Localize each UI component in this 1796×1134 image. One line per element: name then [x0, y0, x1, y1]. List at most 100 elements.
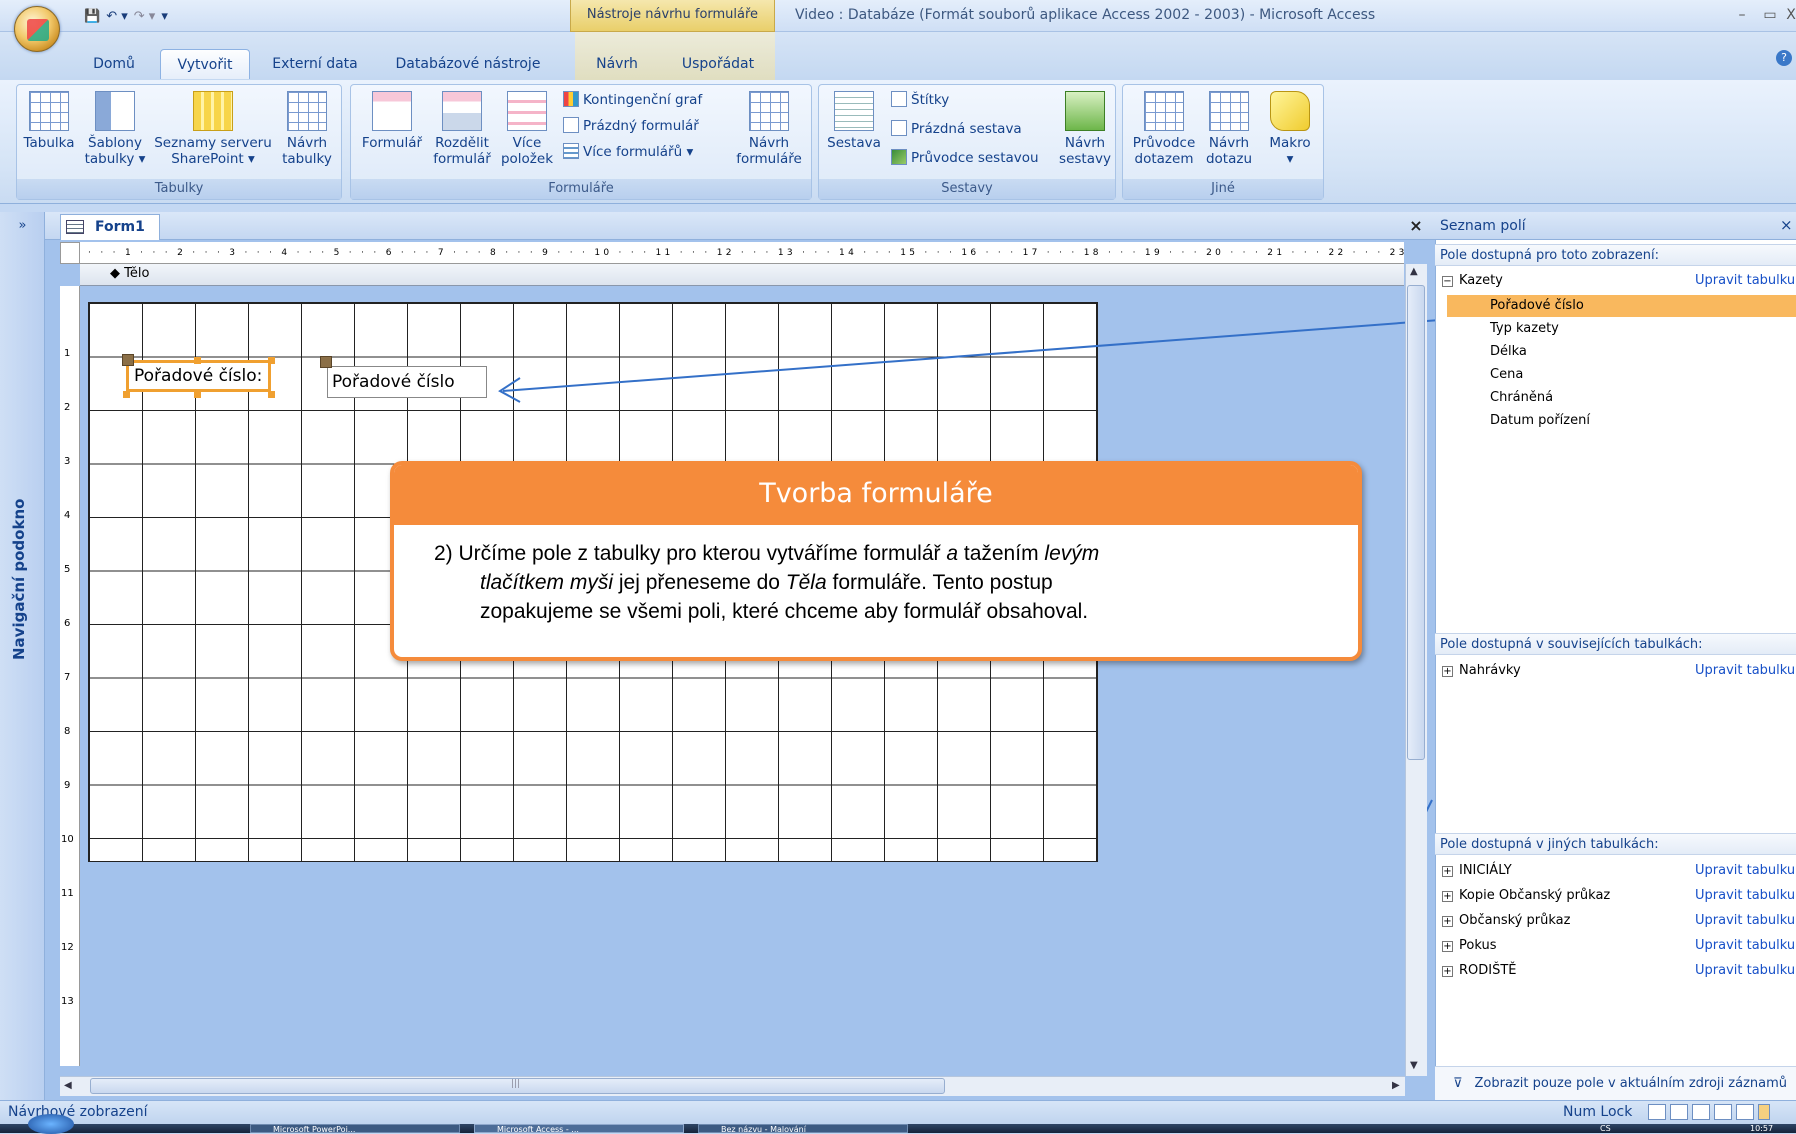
- datasheet-view-icon[interactable]: [1670, 1104, 1688, 1120]
- table-name: RODIŠTĚ: [1459, 963, 1517, 978]
- expand-icon[interactable]: +: [1442, 866, 1453, 877]
- nav-pane-toggle-icon[interactable]: »: [0, 212, 45, 240]
- scroll-right-icon[interactable]: ▶: [1392, 1080, 1400, 1091]
- save-icon[interactable]: 💾: [84, 9, 100, 24]
- edit-table-link[interactable]: Upravit tabulku: [1695, 935, 1795, 957]
- callout-text: jej přeneseme do: [613, 571, 786, 594]
- pivot-table-view-icon[interactable]: [1692, 1104, 1710, 1120]
- move-handle-icon[interactable]: [320, 356, 332, 368]
- table-nahravky[interactable]: + Nahrávky: [1442, 660, 1521, 682]
- field-item[interactable]: Chráněná: [1490, 387, 1553, 409]
- edit-table-link[interactable]: Upravit tabulku: [1695, 270, 1795, 292]
- field-item[interactable]: Délka: [1490, 341, 1527, 363]
- language-indicator[interactable]: CS: [1600, 1124, 1611, 1133]
- move-handle-icon[interactable]: [122, 354, 134, 366]
- vertical-scroll-thumb[interactable]: [1407, 285, 1425, 760]
- field-label-control[interactable]: Pořadové číslo:: [126, 360, 271, 392]
- table-button[interactable]: Tabulka: [19, 91, 79, 151]
- field-item[interactable]: Cena: [1490, 364, 1523, 386]
- report-button[interactable]: Sestava: [823, 91, 885, 151]
- field-item[interactable]: Datum pořízení: [1490, 410, 1590, 432]
- size-handle[interactable]: [194, 391, 201, 398]
- scroll-left-icon[interactable]: ◀: [64, 1080, 72, 1091]
- edit-table-link[interactable]: Upravit tabulku: [1695, 860, 1795, 882]
- table-item[interactable]: + Občanský průkaz: [1442, 910, 1570, 932]
- edit-table-link[interactable]: Upravit tabulku: [1695, 960, 1795, 982]
- office-button[interactable]: [14, 6, 60, 52]
- field-list-footer[interactable]: ⊽ Zobrazit pouze pole v aktuálním zdroji …: [1435, 1066, 1796, 1100]
- edit-table-link[interactable]: Upravit tabulku: [1695, 660, 1795, 682]
- report-design-button[interactable]: Návrh sestavy: [1055, 91, 1115, 167]
- query-design-button[interactable]: Návrh dotazu: [1199, 91, 1259, 167]
- tab-database-tools[interactable]: Databázové nástroje: [388, 49, 548, 79]
- close-field-list-icon[interactable]: ×: [1780, 216, 1793, 234]
- form-button[interactable]: Formulář: [357, 91, 427, 151]
- taskbar-item-paint[interactable]: Bez názvu - Malování: [698, 1124, 908, 1133]
- field-item[interactable]: Pořadové číslo: [1490, 295, 1584, 317]
- macro-button[interactable]: Makro ▾: [1261, 91, 1319, 167]
- table-item[interactable]: + RODIŠTĚ: [1442, 960, 1517, 982]
- help-icon[interactable]: ?: [1776, 50, 1792, 66]
- ruler-tick: 4: [64, 510, 71, 521]
- table-item[interactable]: + INICIÁLY: [1442, 860, 1512, 882]
- table-icon: [29, 91, 69, 131]
- field-textbox-control[interactable]: Pořadové číslo: [327, 366, 487, 398]
- pivot-chart-button[interactable]: Kontingenční graf: [563, 89, 702, 111]
- table-kazety[interactable]: − Kazety: [1442, 270, 1503, 292]
- labels-button[interactable]: Štítky: [891, 89, 949, 111]
- edit-table-link[interactable]: Upravit tabulku: [1695, 910, 1795, 932]
- taskbar-item-powerpoint[interactable]: Microsoft PowerPoi...: [250, 1124, 460, 1133]
- layout-view-icon[interactable]: [1736, 1104, 1754, 1120]
- edit-table-link[interactable]: Upravit tabulku: [1695, 885, 1795, 907]
- size-handle[interactable]: [268, 391, 275, 398]
- expand-icon[interactable]: +: [1442, 666, 1453, 677]
- table-item[interactable]: + Pokus: [1442, 935, 1496, 957]
- design-view-icon[interactable]: [1758, 1104, 1770, 1120]
- section-header-body[interactable]: ◆ Tělo: [80, 264, 1404, 286]
- report-wizard-button[interactable]: Průvodce sestavou: [891, 147, 1039, 169]
- expand-icon[interactable]: +: [1442, 916, 1453, 927]
- btn-label: Průvodce sestavou: [911, 150, 1039, 166]
- more-forms-button[interactable]: Více formulářů ▾: [563, 141, 693, 163]
- split-form-button[interactable]: Rozdělit formulář: [427, 91, 497, 167]
- tab-design[interactable]: Návrh: [590, 49, 644, 79]
- tab-home[interactable]: Domů: [82, 49, 146, 79]
- field-item[interactable]: Typ kazety: [1490, 318, 1559, 340]
- start-button[interactable]: [28, 1114, 74, 1134]
- sharepoint-lists-button[interactable]: Seznamy serveru SharePoint ▾: [151, 91, 275, 167]
- multiple-items-button[interactable]: Více položek: [497, 91, 557, 167]
- minimize-button[interactable]: –: [1727, 4, 1757, 26]
- table-templates-button[interactable]: Šablony tabulky ▾: [79, 91, 151, 167]
- taskbar-item-access[interactable]: Microsoft Access - ...: [474, 1124, 684, 1133]
- undo-icon[interactable]: ↶ ▾: [106, 9, 128, 24]
- table-item[interactable]: + Kopie Občanský průkaz: [1442, 885, 1610, 907]
- blank-form-button[interactable]: Prázdný formulář: [563, 115, 699, 137]
- vertical-ruler[interactable]: 1 2 3 4 5 6 7 8 9 10 11 12 13: [60, 286, 80, 1066]
- scroll-down-icon[interactable]: ▼: [1410, 1060, 1418, 1071]
- table-design-button[interactable]: Návrh tabulky: [275, 91, 339, 167]
- clock[interactable]: 10:57: [1750, 1124, 1773, 1133]
- tab-create[interactable]: Vytvořit: [160, 49, 250, 79]
- form-view-icon[interactable]: [1648, 1104, 1666, 1120]
- expand-icon[interactable]: +: [1442, 966, 1453, 977]
- collapse-icon[interactable]: −: [1442, 276, 1453, 287]
- blank-report-button[interactable]: Prázdná sestava: [891, 118, 1022, 140]
- query-wizard-button[interactable]: Průvodce dotazem: [1129, 91, 1199, 167]
- close-window-button[interactable]: X: [1776, 4, 1796, 26]
- tab-arrange[interactable]: Uspořádat: [676, 49, 760, 79]
- size-handle[interactable]: [268, 357, 275, 364]
- size-handle[interactable]: [194, 357, 201, 364]
- tab-external-data[interactable]: Externí data: [264, 49, 366, 79]
- scroll-up-icon[interactable]: ▲: [1410, 266, 1418, 277]
- size-handle[interactable]: [123, 391, 130, 398]
- close-document-icon[interactable]: ×: [1405, 214, 1427, 238]
- expand-icon[interactable]: +: [1442, 941, 1453, 952]
- expand-icon[interactable]: +: [1442, 891, 1453, 902]
- redo-icon[interactable]: ↷ ▾: [134, 9, 156, 24]
- horizontal-scroll-thumb[interactable]: |||: [90, 1078, 945, 1094]
- ruler-corner[interactable]: [60, 242, 80, 264]
- customize-qat-icon[interactable]: ▾: [161, 9, 168, 24]
- pivot-chart-view-icon[interactable]: [1714, 1104, 1732, 1120]
- form-design-button[interactable]: Návrh formuláře: [731, 91, 807, 167]
- horizontal-ruler[interactable]: · · · 1 · · · 2 · · · 3 · · · 4 · · · 5 …: [80, 242, 1404, 264]
